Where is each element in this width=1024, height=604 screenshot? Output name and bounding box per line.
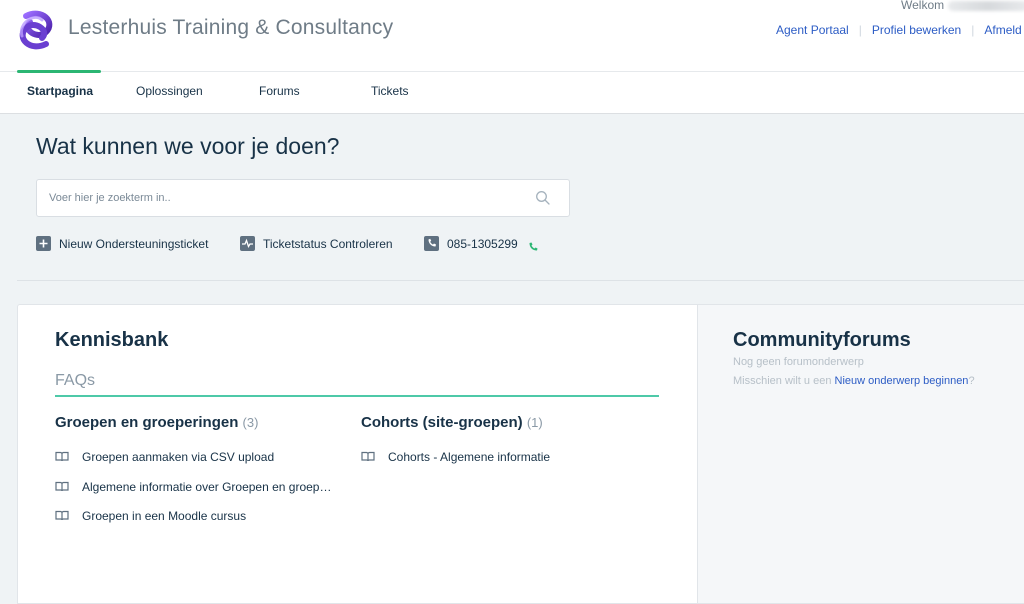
purple-knot-logo-icon[interactable] [12,6,60,54]
tab-tickets[interactable]: Tickets [371,84,409,98]
phone-action[interactable]: 085-1305299 [424,236,539,253]
article-title: Algemene informatie over Groepen en groe… [82,480,332,494]
edit-profile-link[interactable]: Profiel bewerken [872,23,961,37]
link-separator: | [858,23,862,37]
tab-oplossingen[interactable]: Oplossingen [136,84,203,98]
main-nav: Startpagina Oplossingen Forums Tickets [0,70,1024,114]
faq-section-title[interactable]: FAQs [55,372,95,390]
knowledge-base-title: Kennisbank [55,329,169,351]
plus-icon [36,236,51,251]
section-divider [17,280,1024,281]
logout-link[interactable]: Afmeld [984,23,1021,37]
book-icon [55,510,69,521]
phone-icon [424,236,439,251]
welcome-label: Welkom [901,0,945,12]
tab-forums[interactable]: Forums [259,84,300,98]
hint-prefix: Misschien wilt u een [733,375,832,387]
book-icon [55,481,69,492]
ticket-status-action[interactable]: Ticketstatus Controleren [240,236,393,251]
site-header: Lesterhuis Training & Consultancy Welkom… [0,0,1024,72]
link-separator: | [971,23,975,37]
new-topic-link[interactable]: Nieuw onderwerp beginnen [835,375,969,387]
category-title[interactable]: Cohorts (site-groepen) (1) [361,414,543,431]
search-input[interactable] [37,180,527,216]
ticket-status-label: Ticketstatus Controleren [263,237,393,251]
faq-underline [55,395,659,397]
book-icon [361,451,375,462]
search-box [36,179,570,217]
welcome-text: Welkom [901,0,1024,12]
category-name: Cohorts (site-groepen) [361,414,523,431]
tab-startpagina[interactable]: Startpagina [27,84,93,98]
community-forums-title: Communityforums [733,329,911,351]
hero-title: Wat kunnen we voor je doen? [36,133,340,159]
no-topics-text: Nog geen forumonderwerp [733,356,864,368]
phone-number: 085-1305299 [447,237,518,251]
new-ticket-action[interactable]: Nieuw Ondersteuningsticket [36,236,208,251]
hint-suffix: ? [968,375,975,387]
account-links: Agent Portaal | Profiel bewerken | Afmeld [776,23,1022,37]
article-link[interactable]: Algemene informatie over Groepen en groe… [55,480,335,494]
article-title: Groepen in een Moodle cursus [82,509,247,523]
article-link[interactable]: Groepen aanmaken via CSV upload [55,450,335,464]
agent-portal-link[interactable]: Agent Portaal [776,23,849,37]
article-link[interactable]: Cohorts - Algemene informatie [361,450,641,464]
green-call-icon[interactable] [527,241,539,253]
article-title: Groepen aanmaken via CSV upload [82,450,275,464]
new-ticket-label: Nieuw Ondersteuningsticket [59,237,209,251]
brand-name[interactable]: Lesterhuis Training & Consultancy [68,16,393,40]
category-name: Groepen en groeperingen [55,414,239,431]
book-icon [55,451,69,462]
active-tab-indicator [17,70,101,73]
article-link[interactable]: Groepen in een Moodle cursus [55,509,335,523]
pulse-icon [240,236,255,251]
category-title[interactable]: Groepen en groeperingen (3) [55,414,258,431]
new-topic-hint: Misschien wilt u een Nieuw onderwerp beg… [733,375,975,387]
article-title: Cohorts - Algemene informatie [388,450,551,464]
category-count: (1) [526,415,543,430]
blurred-username [948,0,1024,11]
search-icon[interactable] [535,190,551,206]
category-count: (3) [242,415,259,430]
